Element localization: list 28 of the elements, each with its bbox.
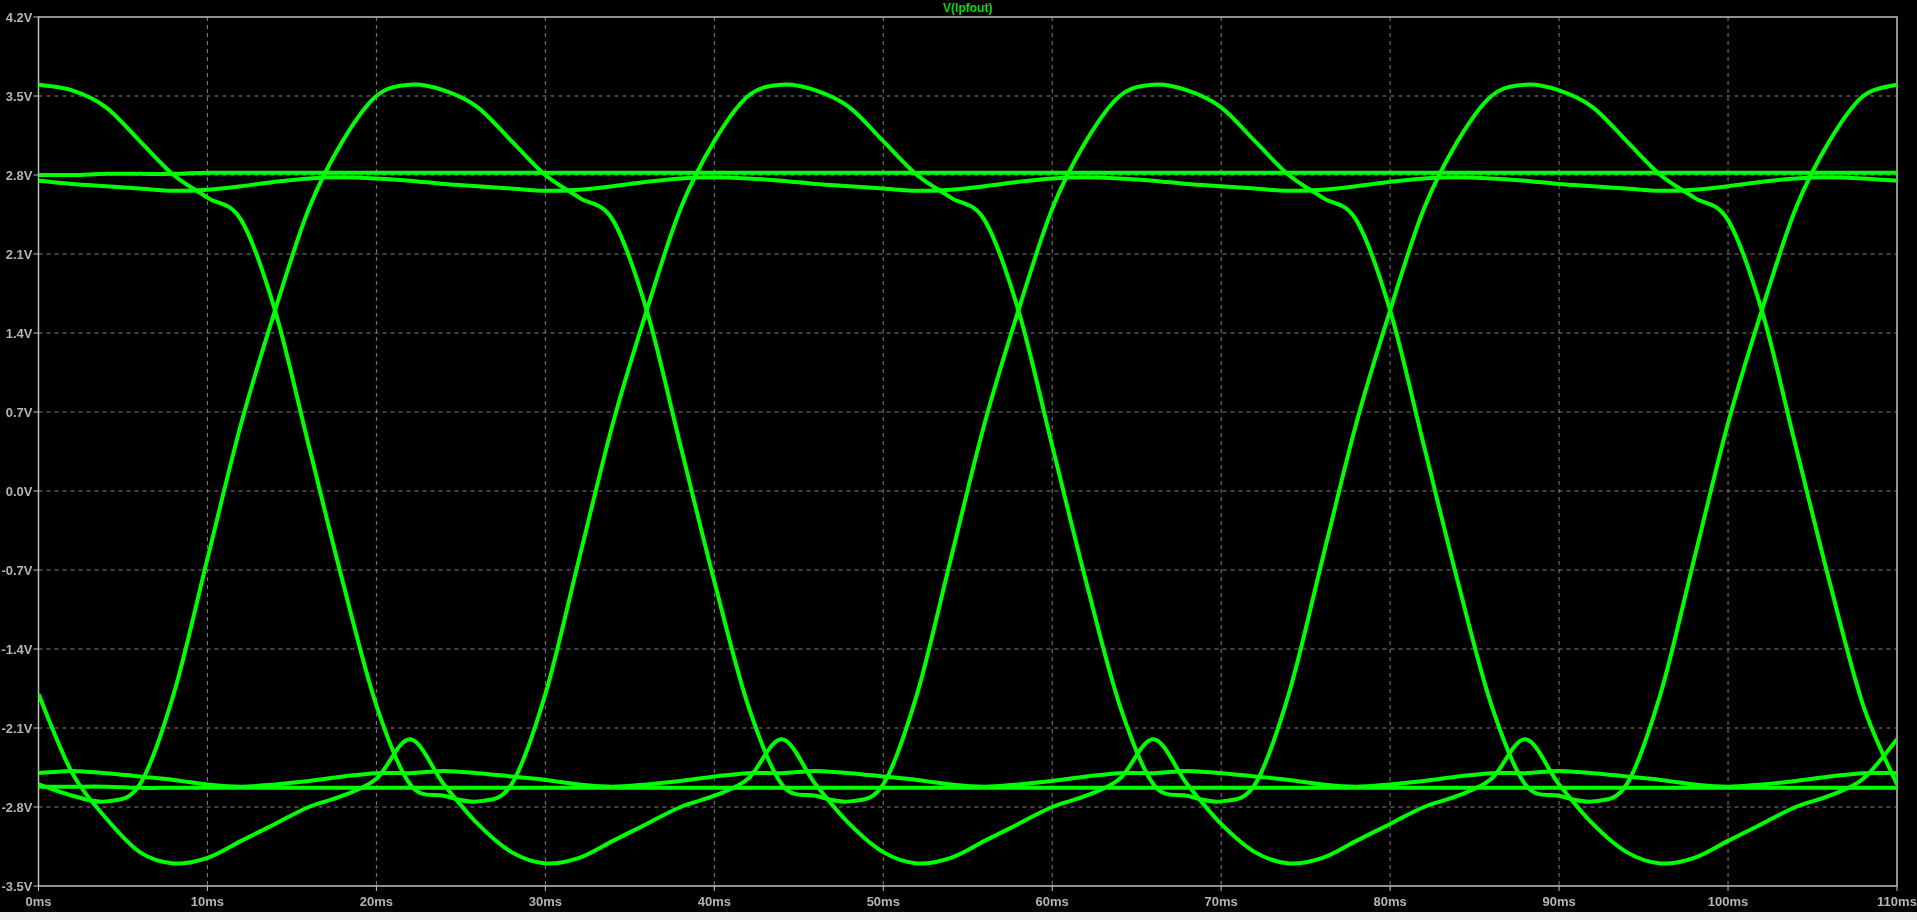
y-axis-label: 4.2V (5, 10, 33, 25)
line-series (38, 692, 1897, 866)
x-axis-label: 20ms (359, 894, 394, 909)
x-axis-label: 70ms (1204, 894, 1238, 909)
x-axis-label: 60ms (1035, 894, 1069, 909)
x-axis-label: 90ms (1542, 894, 1576, 909)
y-axis-label: 2.8V (5, 168, 33, 183)
x-axis-label: 110ms (1877, 894, 1917, 909)
x-axis-label: 30ms (528, 894, 562, 909)
line-series (38, 768, 1897, 789)
y-axis-label: 1.4V (5, 326, 33, 341)
y-axis-label: 2.1V (5, 247, 33, 262)
x-axis-label: 80ms (1373, 894, 1407, 909)
x-axis-label: 40ms (697, 894, 731, 909)
plot-title: V(lpfout) (943, 1, 993, 15)
y-axis-label: -0.7V (1, 563, 33, 578)
y-axis-label: 0.7V (5, 405, 33, 420)
y-axis-label: 0.0V (5, 484, 33, 499)
y-axis-label: -1.4V (1, 642, 33, 657)
y-axis-label: -2.1V (1, 721, 33, 736)
x-axis-label: 0ms (25, 894, 52, 909)
x-axis-label: 100ms (1707, 894, 1749, 909)
y-axis-label: -2.8V (1, 800, 33, 815)
x-axis-label: 50ms (866, 894, 900, 909)
x-axis-label: 10ms (190, 894, 225, 909)
y-axis-label: 3.5V (5, 89, 33, 104)
line-series (38, 175, 1897, 193)
y-axis-label: -3.5V (1, 879, 33, 894)
